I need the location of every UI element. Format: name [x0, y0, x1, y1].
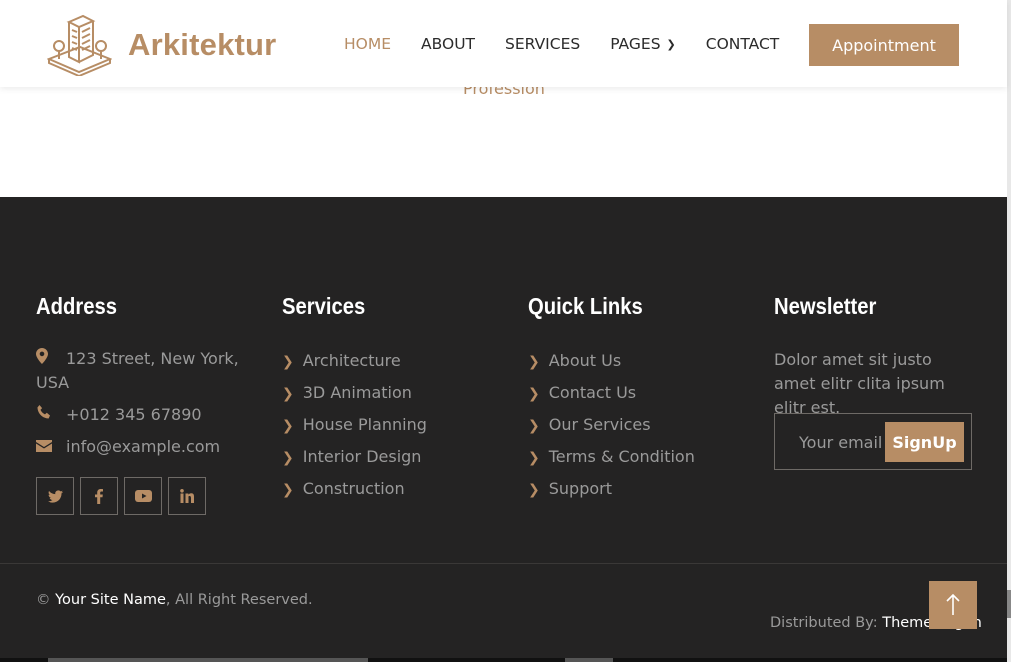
address-column: Address	[36, 293, 128, 320]
quick-links-list: ❯ About Us ❯ Contact Us ❯ Our Services ❯ Ter…	[528, 351, 695, 511]
signup-button[interactable]: SignUp	[885, 422, 964, 462]
scrollbar-thumb[interactable]	[48, 658, 368, 662]
quick-link-label: Terms & Condition	[548, 447, 695, 466]
services-title: Services	[282, 293, 366, 319]
address-title: Address	[36, 293, 118, 319]
quick-links-column: Quick Links	[528, 293, 658, 320]
newsletter-title: Newsletter	[774, 293, 877, 319]
nav-services[interactable]: SERVICES	[505, 34, 580, 56]
address-email-text: info@example.com	[66, 437, 221, 456]
chevron-right-icon: ❯	[528, 450, 540, 466]
brand-name: Arkitektur	[128, 27, 277, 62]
appointment-button[interactable]: Appointment	[809, 24, 959, 66]
phone-icon	[36, 403, 52, 427]
address-phone-text: +012 345 67890	[66, 405, 202, 424]
back-to-top-button[interactable]	[929, 581, 977, 629]
services-list: ❯ Architecture ❯ 3D Animation ❯ House Plann…	[282, 351, 427, 511]
chevron-right-icon: ❯	[528, 354, 540, 370]
service-link-label: Construction	[302, 479, 405, 498]
facebook-icon[interactable]	[80, 477, 118, 515]
twitter-icon[interactable]	[36, 477, 74, 515]
quick-link-label: Contact Us	[548, 383, 637, 402]
address-email: info@example.com	[36, 435, 246, 459]
navbar: Arkitektur HOME ABOUT SERVICES PAGES ❯ CO…	[0, 0, 1007, 87]
service-link[interactable]: ❯ Architecture	[282, 351, 427, 372]
brand[interactable]: Arkitektur	[47, 14, 276, 76]
social-links	[36, 477, 212, 515]
quick-link[interactable]: ❯ Contact Us	[528, 383, 695, 404]
nav-about[interactable]: ABOUT	[421, 34, 475, 56]
service-link-label: Architecture	[302, 351, 401, 370]
service-link-label: 3D Animation	[302, 383, 412, 402]
quick-links-title: Quick Links	[528, 293, 643, 319]
vertical-scrollbar[interactable]	[1007, 0, 1011, 662]
newsletter-email-input[interactable]: Your email	[799, 433, 882, 452]
chevron-right-icon: ❯	[528, 482, 540, 498]
address-street-text: 123 Street, New York, USA	[36, 349, 239, 392]
scrollbar-thumb[interactable]	[1007, 590, 1011, 618]
chevron-down-icon: ❯	[666, 38, 676, 51]
chevron-right-icon: ❯	[282, 386, 294, 402]
nav-pages-label: PAGES	[610, 35, 661, 53]
address-list: 123 Street, New York, USA +012 345 67890…	[36, 347, 246, 467]
footer: Address 123 Street, New York, USA +012 3…	[0, 197, 1007, 662]
quick-link-label: Support	[548, 479, 612, 498]
site-name-link[interactable]: Your Site Name	[55, 592, 166, 608]
chevron-right-icon: ❯	[282, 482, 294, 498]
nav-pages[interactable]: PAGES ❯	[610, 34, 676, 56]
map-marker-icon	[36, 347, 52, 371]
service-link-label: Interior Design	[302, 447, 422, 466]
chevron-right-icon: ❯	[282, 354, 294, 370]
quick-link-label: Our Services	[548, 415, 651, 434]
address-street: 123 Street, New York, USA	[36, 347, 246, 395]
service-link-label: House Planning	[302, 415, 427, 434]
scrollbar-thumb[interactable]	[565, 658, 613, 662]
quick-link-label: About Us	[548, 351, 622, 370]
copyright-symbol: ©	[36, 592, 51, 608]
nav-home[interactable]: HOME	[344, 34, 391, 56]
distributed-label: Distributed By:	[770, 615, 883, 631]
nav-contact[interactable]: CONTACT	[706, 34, 780, 56]
service-link[interactable]: ❯ 3D Animation	[282, 383, 427, 404]
services-column: Services	[282, 293, 377, 320]
newsletter-column: Newsletter	[774, 293, 890, 320]
service-link[interactable]: ❯ Construction	[282, 479, 427, 500]
chevron-right-icon: ❯	[282, 418, 294, 434]
quick-link[interactable]: ❯ Support	[528, 479, 695, 500]
nav-menu: HOME ABOUT SERVICES PAGES ❯ CONTACT	[344, 34, 809, 56]
service-link[interactable]: ❯ Interior Design	[282, 447, 427, 468]
chevron-right-icon: ❯	[528, 386, 540, 402]
newsletter-form: Your email SignUp	[774, 413, 972, 470]
address-phone: +012 345 67890	[36, 403, 246, 427]
chevron-right-icon: ❯	[528, 418, 540, 434]
building-logo-icon	[47, 14, 112, 76]
arrow-up-icon	[946, 594, 960, 615]
quick-link[interactable]: ❯ About Us	[528, 351, 695, 372]
copyright-rights: , All Right Reserved.	[165, 592, 313, 608]
service-link[interactable]: ❯ House Planning	[282, 415, 427, 436]
copyright: © Your Site Name, All Right Reserved.	[36, 592, 313, 608]
envelope-icon	[36, 435, 52, 459]
horizontal-scrollbar[interactable]	[0, 658, 1011, 662]
youtube-icon[interactable]	[124, 477, 162, 515]
quick-link[interactable]: ❯ Terms & Condition	[528, 447, 695, 468]
linkedin-icon[interactable]	[168, 477, 206, 515]
chevron-right-icon: ❯	[282, 450, 294, 466]
quick-link[interactable]: ❯ Our Services	[528, 415, 695, 436]
footer-divider	[0, 563, 1007, 564]
newsletter-text: Dolor amet sit justo amet elitr clita ip…	[774, 350, 945, 417]
